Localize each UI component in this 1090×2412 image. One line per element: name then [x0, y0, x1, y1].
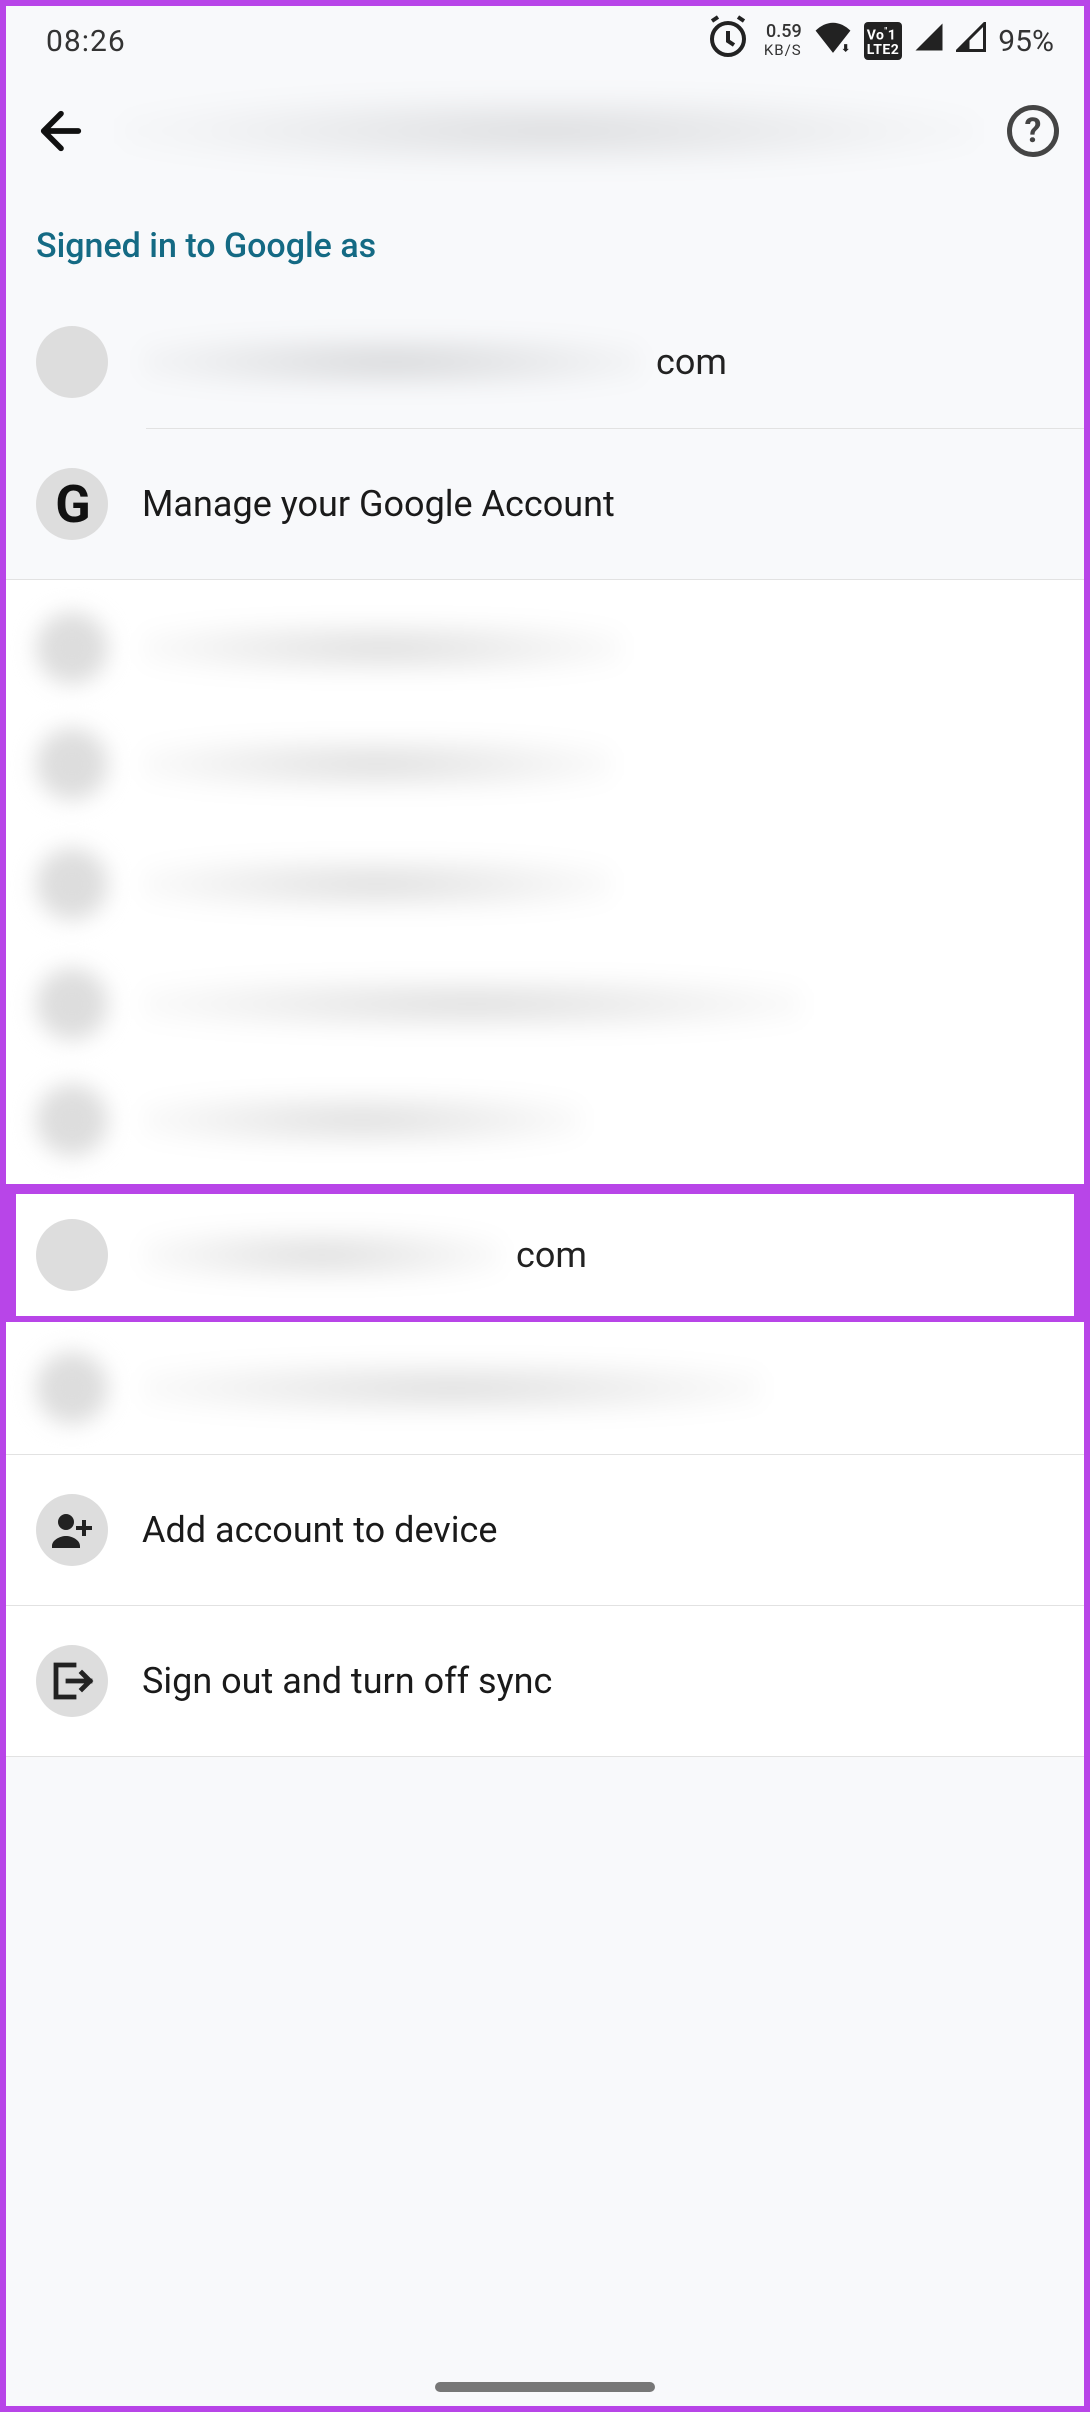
- status-time: 08:26: [46, 24, 126, 59]
- section-header: Signed in to Google as: [6, 186, 1084, 296]
- wifi-icon: [814, 21, 852, 61]
- account-row[interactable]: [6, 580, 1084, 704]
- manage-google-account[interactable]: G Manage your Google Account: [6, 429, 1084, 579]
- email-redacted: [142, 976, 802, 1032]
- lte-indicator: Vo"1LTE2: [864, 22, 903, 60]
- alarm-icon: [704, 13, 752, 69]
- back-button[interactable]: [31, 101, 91, 161]
- sign-out-row[interactable]: Sign out and turn off sync: [6, 1606, 1084, 1756]
- account-row[interactable]: [6, 1064, 1084, 1188]
- battery-percentage: 95%: [998, 24, 1054, 59]
- add-person-icon: [36, 1494, 108, 1566]
- status-icons: 0.59 KB/S Vo"1LTE2 95%: [704, 13, 1054, 69]
- avatar: [36, 848, 108, 920]
- divider: [6, 1756, 1084, 1757]
- manage-google-account-label: Manage your Google Account: [142, 483, 615, 525]
- email-redacted: [142, 620, 622, 676]
- highlighted-account-row[interactable]: com: [6, 1184, 1084, 1326]
- avatar: [36, 728, 108, 800]
- email-redacted: [142, 1227, 502, 1283]
- app-bar: ?: [6, 76, 1084, 186]
- add-account-label: Add account to device: [142, 1509, 497, 1551]
- page-title-redacted: [121, 92, 977, 170]
- signal-icon-2: [956, 22, 986, 60]
- email-redacted: [142, 1092, 582, 1148]
- status-bar: 08:26 0.59 KB/S Vo"1LTE2 95%: [6, 6, 1084, 76]
- avatar: [36, 1084, 108, 1156]
- primary-account-row[interactable]: com: [6, 296, 1084, 428]
- add-account-row[interactable]: Add account to device: [6, 1455, 1084, 1605]
- avatar: [36, 612, 108, 684]
- email-redacted: [142, 1360, 762, 1416]
- account-row[interactable]: [6, 704, 1084, 824]
- navigation-handle[interactable]: [435, 2382, 655, 2392]
- email-suffix: com: [516, 1234, 587, 1276]
- signal-icon-1: [914, 22, 944, 60]
- google-icon: G: [36, 468, 108, 540]
- network-speed-indicator: 0.59 KB/S: [764, 23, 802, 59]
- avatar: [36, 1352, 108, 1424]
- avatar: [36, 968, 108, 1040]
- email-redacted: [142, 856, 612, 912]
- help-button[interactable]: ?: [1007, 105, 1059, 157]
- email-redacted: [142, 334, 642, 390]
- sign-out-label: Sign out and turn off sync: [142, 1660, 552, 1702]
- avatar: [36, 326, 108, 398]
- email-suffix: com: [656, 341, 727, 383]
- account-row[interactable]: [6, 824, 1084, 944]
- avatar: [36, 1219, 108, 1291]
- account-row[interactable]: [6, 944, 1084, 1064]
- sign-out-icon: [36, 1645, 108, 1717]
- email-redacted: [142, 736, 612, 792]
- account-row[interactable]: [6, 1322, 1084, 1454]
